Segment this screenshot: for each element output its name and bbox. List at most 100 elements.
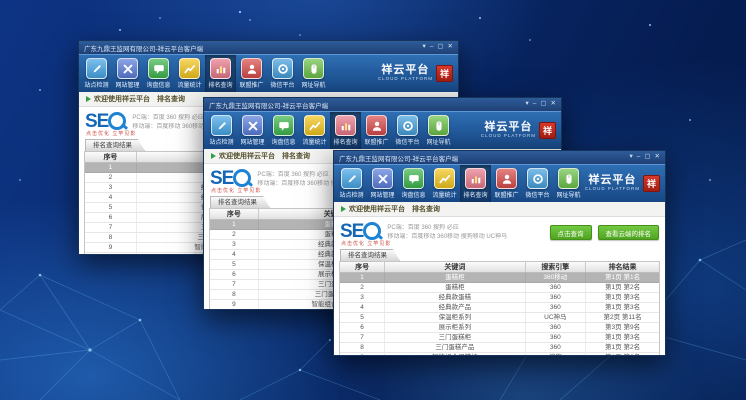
view-cloud-rank-button[interactable]: 查看云端的排名 (598, 225, 660, 240)
toolbar-item-site-nav[interactable]: 网址导航 (298, 55, 329, 92)
flag-icon (211, 153, 216, 159)
table-body: 1蛋糕柜360移动第1页 第1名2蛋糕柜360第1页 第2名3经典款蛋糕360第… (340, 273, 659, 356)
minimize-button[interactable]: – (637, 154, 641, 161)
cell-rank: 第3页 第9名 (586, 323, 659, 333)
brand-logo: 祥云平台 CLOUD PLATFORM 祥 (481, 112, 559, 149)
toolbar-item-label: 询盘信息 (146, 80, 170, 89)
toolbar-item-rank-query[interactable]: 排名查询 (460, 165, 491, 202)
section-title: 排名查询 (157, 94, 185, 104)
toolbar-item-wechat-platform[interactable]: 微信平台 (392, 112, 423, 149)
cell-engine: 搜狗 (525, 353, 586, 356)
traffic-stats-icon (179, 58, 200, 79)
toolbar-item-alliance-promo[interactable]: 联盟推广 (361, 112, 392, 149)
toolbar-item-site-manage[interactable]: 网站管理 (367, 165, 398, 202)
cell-rank: 第1页 第2名 (586, 283, 659, 293)
toolbar-item-label: 流量统计 (177, 80, 201, 89)
cell-no: 4 (210, 250, 258, 260)
toolbar-item-site-manage[interactable]: 网站管理 (237, 112, 268, 149)
table-row[interactable]: 9智能组合蛋糕炉搜狗第1页 第3名 (340, 353, 659, 356)
tab-rank-results[interactable]: 排名查询结果 (210, 196, 270, 208)
toolbar-item-site-nav[interactable]: 网址导航 (423, 112, 454, 149)
toolbar-item-site-check[interactable]: 站点检测 (206, 112, 237, 149)
toolbar-item-site-check[interactable]: 站点检测 (81, 55, 112, 92)
toolbar-item-label: 询盘信息 (271, 137, 295, 146)
toolbar-item-site-manage[interactable]: 网站管理 (112, 55, 143, 92)
wechat-platform-icon (527, 168, 548, 189)
minimize-button[interactable]: – (533, 101, 537, 108)
cell-engine: UC神马 (525, 313, 586, 323)
toolbar-item-label: 网站管理 (240, 137, 264, 146)
maximize-button[interactable]: ▢ (437, 44, 443, 51)
window-controls: ▾ – ▢ ✕ (630, 154, 661, 161)
magnifier-icon (363, 222, 381, 240)
engines-pc: PC端：百度 360 搜狗 必应 (387, 224, 507, 233)
site-nav-icon (303, 58, 324, 79)
toolbar-item-site-check[interactable]: 站点检测 (336, 165, 367, 202)
skin-button[interactable]: ▾ (423, 44, 426, 51)
cell-no: 2 (340, 283, 385, 293)
table-row[interactable]: 8三门蛋糕产品360第1页 第2名 (340, 343, 659, 353)
toolbar-item-inquiry-info[interactable]: 询盘信息 (398, 165, 429, 202)
skin-button[interactable]: ▾ (526, 101, 529, 108)
cell-engine: 360 (525, 283, 586, 293)
alliance-promo-icon (496, 168, 517, 189)
flag-icon (86, 96, 91, 102)
table-row[interactable]: 1蛋糕柜360移动第1页 第1名 (340, 273, 659, 283)
tab-rank-results[interactable]: 排名查询结果 (340, 249, 400, 261)
toolbar-item-wechat-platform[interactable]: 微信平台 (267, 55, 298, 92)
desktop-background: 广东九鼎王监网有限公司-祥云平台客户端 ▾ – ▢ ✕ 站点检测网站管理询盘信息… (0, 0, 746, 400)
table-row[interactable]: 4经典款产品360第1页 第3名 (340, 303, 659, 313)
cell-no: 9 (340, 353, 385, 356)
toolbar-item-wechat-platform[interactable]: 微信平台 (522, 165, 553, 202)
welcome-text: 欢迎使用祥云平台 (219, 151, 275, 161)
skin-button[interactable]: ▾ (630, 154, 633, 161)
table-row[interactable]: 5保温柜系列UC神马第2页 第11名 (340, 313, 659, 323)
table-row[interactable]: 7三门蛋糕柜360第1页 第3名 (340, 333, 659, 343)
maximize-button[interactable]: ▢ (644, 154, 650, 161)
toolbar-item-alliance-promo[interactable]: 联盟推广 (491, 165, 522, 202)
toolbar-item-label: 询盘信息 (401, 190, 425, 199)
tab-rank-results[interactable]: 排名查询结果 (85, 139, 145, 151)
magnifier-icon (108, 112, 126, 130)
toolbar-item-inquiry-info[interactable]: 询盘信息 (143, 55, 174, 92)
table-row[interactable]: 2蛋糕柜360第1页 第2名 (340, 283, 659, 293)
cell-no: 2 (85, 173, 136, 183)
toolbar: 站点检测网站管理询盘信息流量统计排名查询联盟推广微信平台网址导航 祥云平台 CL… (204, 111, 561, 149)
cell-no: 8 (210, 290, 258, 300)
cell-engine: 360 (525, 303, 586, 313)
minimize-button[interactable]: – (430, 44, 434, 51)
close-button[interactable]: ✕ (448, 44, 453, 51)
table-row[interactable]: 6展示柜系列360第3页 第9名 (340, 323, 659, 333)
brand-logo: 祥云平台 CLOUD PLATFORM 祥 (378, 55, 456, 92)
toolbar-item-inquiry-info[interactable]: 询盘信息 (268, 112, 299, 149)
site-manage-icon (372, 168, 393, 189)
toolbar-item-rank-query[interactable]: 排名查询 (330, 112, 361, 149)
cell-engine: 360 (525, 323, 586, 333)
toolbar-items: 站点检测网站管理询盘信息流量统计排名查询联盟推广微信平台网址导航 (206, 112, 454, 149)
close-button[interactable]: ✕ (655, 154, 660, 161)
wechat-platform-icon (397, 115, 418, 136)
cell-rank: 第1页 第3名 (586, 333, 659, 343)
seo-tagline: 点击优化 立竿见影 (211, 187, 261, 194)
toolbar-item-traffic-stats[interactable]: 流量统计 (174, 55, 205, 92)
cell-no: 10 (85, 253, 136, 255)
table-row[interactable]: 3经典款蛋糕360第1页 第3名 (340, 293, 659, 303)
window-controls: ▾ – ▢ ✕ (423, 44, 454, 51)
window-title: 广东九鼎王监网有限公司-祥云平台客户端 (339, 153, 458, 163)
brand-seal-icon: 祥 (643, 175, 660, 192)
seo-tagline: 点击优化 立竿见影 (86, 130, 136, 137)
toolbar-item-label: 排名查询 (463, 190, 487, 199)
toolbar-item-label: 微信平台 (395, 137, 419, 146)
toolbar-item-traffic-stats[interactable]: 流量统计 (299, 112, 330, 149)
toolbar-item-rank-query[interactable]: 排名查询 (205, 55, 236, 92)
welcome-text: 欢迎使用祥云平台 (94, 94, 150, 104)
inquiry-info-icon (273, 115, 294, 136)
toolbar-item-traffic-stats[interactable]: 流量统计 (429, 165, 460, 202)
toolbar-item-site-nav[interactable]: 网址导航 (553, 165, 584, 202)
query-button[interactable]: 点击查询 (550, 225, 592, 240)
section-title: 排名查询 (282, 151, 310, 161)
brand-text: 祥云平台 CLOUD PLATFORM (481, 122, 536, 139)
maximize-button[interactable]: ▢ (540, 101, 546, 108)
close-button[interactable]: ✕ (551, 101, 556, 108)
toolbar-item-alliance-promo[interactable]: 联盟推广 (236, 55, 267, 92)
